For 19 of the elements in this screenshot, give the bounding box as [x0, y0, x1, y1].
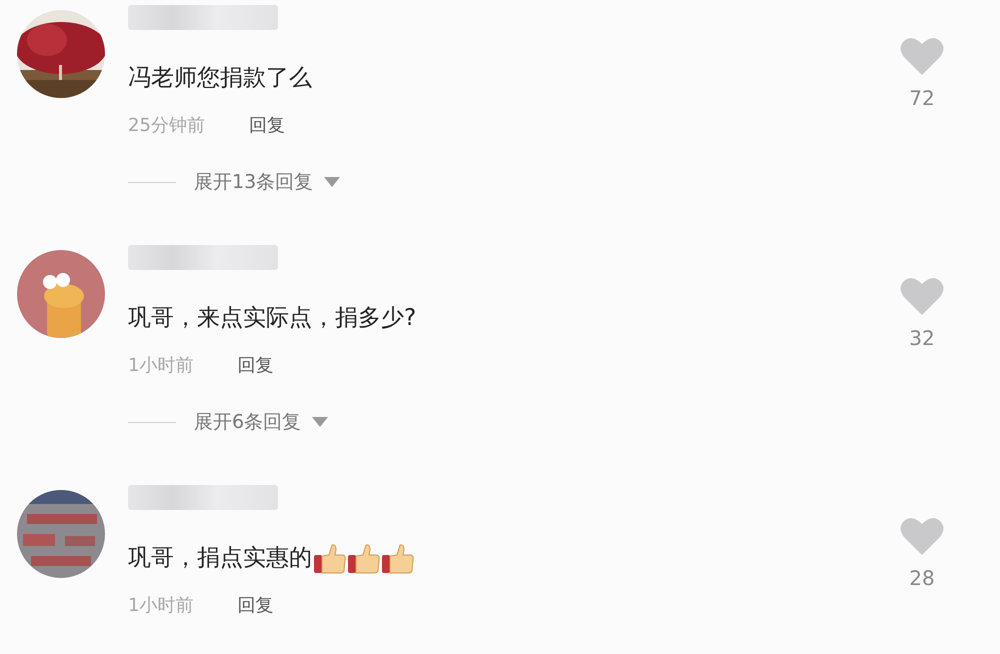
comment-text: 巩哥，捐点实惠的: [128, 544, 312, 573]
like-count: 72: [909, 85, 935, 112]
reply-button[interactable]: 回复: [237, 350, 274, 382]
heart-icon[interactable]: [899, 275, 945, 317]
heart-icon[interactable]: [899, 515, 945, 557]
caret-icon: [323, 176, 342, 188]
comment-text: 巩哥，来点实际点，捐多少?: [128, 304, 416, 333]
caret-icon: [311, 416, 330, 428]
expand-replies-link[interactable]: 展开6条回复: [194, 408, 330, 436]
expand-replies-link[interactable]: 展开13条回复: [194, 168, 342, 196]
reply-button[interactable]: 回复: [248, 110, 285, 142]
timestamp: 25分钟前: [128, 114, 205, 138]
heart-icon[interactable]: [899, 35, 945, 77]
comment-text: 冯老师您捐款了么: [128, 64, 312, 93]
timestamp: 1小时前: [128, 594, 194, 618]
like-count: 32: [909, 325, 935, 352]
reply-button[interactable]: 回复: [237, 590, 274, 622]
timestamp: 1小时前: [128, 354, 194, 378]
like-count: 28: [909, 565, 935, 592]
